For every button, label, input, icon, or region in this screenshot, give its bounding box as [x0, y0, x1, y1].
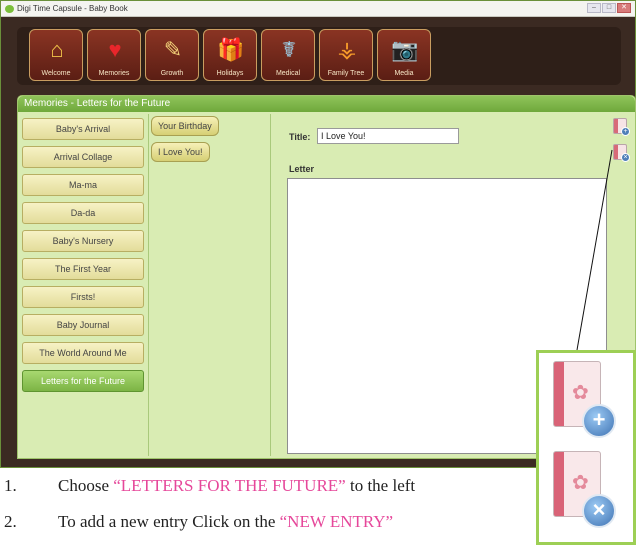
instruction-step-1: 1. Choose “LETTERS FOR THE FUTURE” to the… — [4, 476, 415, 496]
delete-entry-zoom-icon: ✿ × — [553, 451, 616, 528]
step-text: To add a new entry Click on the — [58, 512, 280, 531]
instruction-step-2: 2. To add a new entry Click on the “NEW E… — [4, 512, 393, 532]
step-text: Choose — [58, 476, 114, 495]
icon-callout: ✿ + ✿ × — [536, 350, 636, 545]
step-number: 2. — [4, 512, 17, 531]
step-highlight: “NEW ENTRY” — [279, 512, 394, 531]
step-highlight: “LETTERS FOR THE FUTURE” — [113, 476, 346, 495]
new-entry-zoom-icon: ✿ + — [553, 361, 616, 438]
step-text: to the left — [345, 476, 416, 495]
step-number: 1. — [4, 476, 17, 495]
